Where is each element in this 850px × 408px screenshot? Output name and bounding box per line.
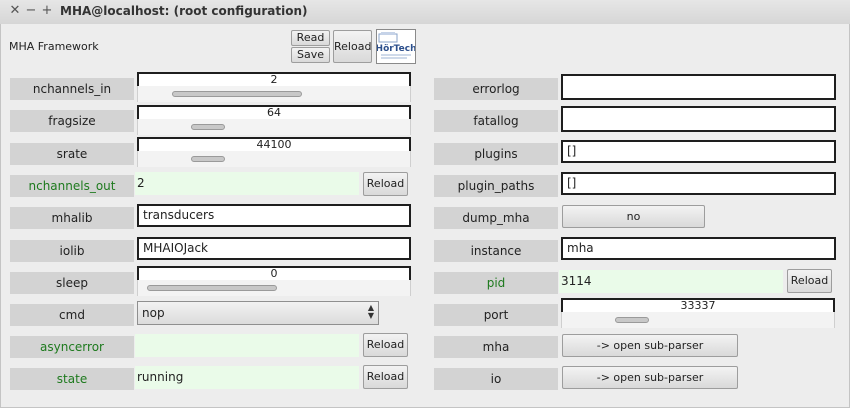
plugin-paths-input[interactable]: []	[561, 172, 836, 195]
framework-label: MHA Framework	[9, 40, 99, 53]
label-nchannels-out: nchannels_out	[10, 175, 134, 197]
reload-all-button[interactable]: Reload	[333, 30, 372, 63]
label-instance: instance	[434, 240, 558, 262]
label-iolib: iolib	[10, 240, 134, 262]
window-titlebar: ✕ − + MHA@localhost: (root configuration…	[0, 0, 850, 25]
cmd-selected-value: nop	[142, 306, 165, 320]
slider-knob[interactable]	[191, 124, 225, 130]
window-title: MHA@localhost: (root configuration)	[60, 4, 308, 18]
fragsize-slider[interactable]: 64	[137, 105, 411, 135]
slider-knob[interactable]	[147, 285, 277, 291]
port-slider[interactable]: 33337	[561, 298, 835, 328]
label-srate: srate	[10, 143, 134, 165]
label-nchannels-in: nchannels_in	[10, 78, 134, 100]
label-plugins: plugins	[434, 143, 558, 165]
cmd-combobox[interactable]: nop ▲ ▼	[137, 301, 379, 325]
plugins-input[interactable]: []	[561, 140, 836, 163]
label-fragsize: fragsize	[10, 110, 134, 132]
nchannels-out-reload-button[interactable]: Reload	[363, 172, 408, 196]
io-open-subparser-button[interactable]: -> open sub-parser	[562, 366, 738, 389]
label-asyncerror: asyncerror	[10, 336, 134, 358]
slider-trough[interactable]	[137, 119, 411, 135]
instance-input[interactable]: mha	[561, 237, 836, 260]
label-mha: mha	[434, 336, 558, 358]
fatallog-input[interactable]	[561, 106, 836, 132]
state-reload-button[interactable]: Reload	[363, 365, 408, 389]
pid-value: 3114	[559, 270, 783, 293]
minimize-icon[interactable]: −	[24, 4, 38, 18]
asyncerror-reload-button[interactable]: Reload	[363, 333, 408, 357]
slider-trough[interactable]	[137, 86, 411, 102]
pid-reload-button[interactable]: Reload	[787, 269, 832, 293]
srate-slider[interactable]: 44100	[137, 137, 411, 167]
label-dump-mha: dump_mha	[434, 207, 558, 229]
nchannels-in-slider[interactable]: 2	[137, 72, 411, 102]
dump-mha-toggle[interactable]: no	[562, 205, 705, 228]
label-sleep: sleep	[10, 272, 134, 294]
slider-trough[interactable]	[561, 312, 835, 328]
save-button[interactable]: Save	[291, 47, 330, 63]
label-port: port	[434, 304, 558, 326]
label-state: state	[10, 368, 134, 390]
maximize-icon[interactable]: +	[40, 4, 54, 18]
label-cmd: cmd	[10, 304, 134, 326]
asyncerror-value	[135, 334, 359, 357]
logo-text: HörTech	[377, 44, 415, 54]
nchannels-out-value: 2	[135, 172, 359, 195]
label-errorlog: errorlog	[434, 78, 558, 100]
state-value: running	[135, 366, 359, 389]
slider-trough[interactable]	[137, 280, 411, 296]
label-plugin-paths: plugin_paths	[434, 175, 558, 197]
errorlog-input[interactable]	[561, 74, 836, 100]
label-fatallog: fatallog	[434, 110, 558, 132]
iolib-input[interactable]: MHAIOJack	[137, 237, 411, 260]
slider-trough[interactable]	[137, 151, 411, 167]
label-pid: pid	[434, 272, 558, 294]
label-mhalib: mhalib	[10, 207, 134, 229]
sleep-slider[interactable]: 0	[137, 266, 411, 296]
mha-open-subparser-button[interactable]: -> open sub-parser	[562, 334, 738, 357]
updown-arrows-icon: ▲ ▼	[367, 303, 374, 320]
slider-knob[interactable]	[172, 91, 302, 97]
hoertech-logo: HörTech	[376, 29, 416, 64]
label-io: io	[434, 368, 558, 390]
slider-knob[interactable]	[615, 317, 649, 323]
slider-knob[interactable]	[191, 156, 225, 162]
close-icon[interactable]: ✕	[8, 4, 22, 18]
read-button[interactable]: Read	[291, 30, 330, 46]
mhalib-input[interactable]: transducers	[137, 204, 411, 227]
